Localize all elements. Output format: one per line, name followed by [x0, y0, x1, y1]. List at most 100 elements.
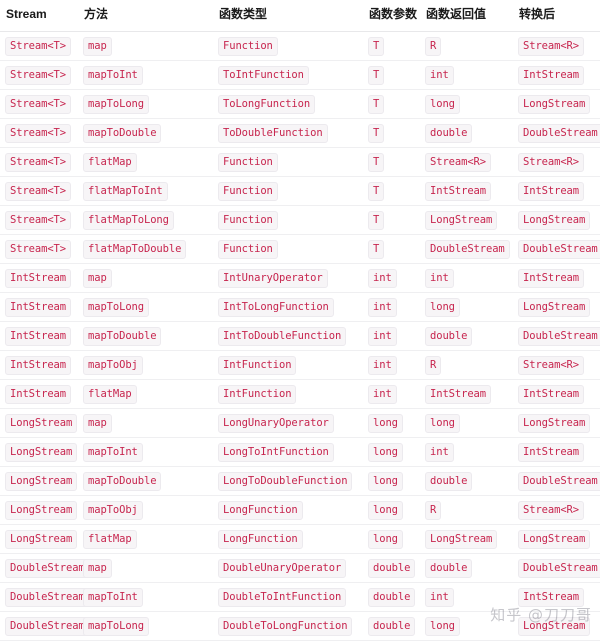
table-cell-result: DoubleStream: [513, 321, 600, 351]
code-chip-fn_return: LongStream: [425, 211, 498, 230]
code-chip-method: mapToInt: [83, 66, 143, 85]
code-chip-fn_return: double: [425, 472, 473, 491]
table-cell-fn_return: LongStream: [420, 524, 513, 554]
table-cell-fn_return: int: [420, 60, 513, 90]
code-chip-fn_param: long: [368, 472, 403, 491]
table-cell-fn_return: int: [420, 437, 513, 467]
code-chip-fn_param: T: [368, 153, 385, 172]
code-chip-method: mapToLong: [83, 95, 149, 114]
code-chip-method: map: [83, 414, 112, 433]
code-chip-fn_type: IntToDoubleFunction: [218, 327, 347, 346]
code-chip-result: IntStream: [518, 66, 584, 85]
code-chip-result: LongStream: [518, 414, 591, 433]
table-cell-fn_param: double: [363, 582, 420, 612]
code-chip-fn_return: IntStream: [425, 385, 491, 404]
code-chip-fn_type: LongUnaryOperator: [218, 414, 334, 433]
table-cell-fn_return: double: [420, 466, 513, 496]
table-cell-fn_type: DoubleToLongFunction: [213, 611, 363, 641]
code-chip-fn_param: double: [368, 588, 416, 607]
code-chip-fn_param: long: [368, 414, 403, 433]
code-chip-fn_type: IntToLongFunction: [218, 298, 334, 317]
code-chip-fn_param: T: [368, 211, 385, 230]
table-cell-fn_param: long: [363, 524, 420, 554]
code-chip-method: map: [83, 269, 112, 288]
code-chip-result: DoubleStream: [518, 124, 600, 143]
table-cell-result: LongStream: [513, 611, 600, 641]
code-chip-result: IntStream: [518, 588, 584, 607]
table-cell-stream: Stream<T>: [0, 118, 78, 148]
code-chip-fn_param: int: [368, 298, 397, 317]
table-cell-method: flatMapToInt: [78, 176, 213, 206]
column-header-stream: Stream: [0, 0, 78, 32]
code-chip-fn_param: T: [368, 124, 385, 143]
code-chip-fn_type: Function: [218, 211, 278, 230]
table-cell-fn_param: long: [363, 495, 420, 525]
table-cell-stream: DoubleStream: [0, 553, 90, 583]
table-row: LongStream flatMap LongFunction long LongStr…: [0, 524, 600, 554]
table-cell-result: IntStream: [513, 176, 600, 206]
code-chip-stream: DoubleStream: [5, 617, 90, 636]
table-cell-method: map: [78, 553, 213, 583]
table-cell-fn_type: Function: [213, 205, 363, 235]
table-cell-stream: DoubleStream: [0, 582, 90, 612]
code-chip-fn_return: double: [425, 327, 473, 346]
code-chip-fn_type: IntFunction: [218, 385, 297, 404]
code-chip-stream: LongStream: [5, 443, 78, 462]
table-cell-result: LongStream: [513, 524, 600, 554]
table-cell-fn_return: IntStream: [420, 176, 513, 206]
table-cell-fn_param: double: [363, 611, 420, 641]
code-chip-stream: Stream<T>: [5, 182, 71, 201]
table-cell-result: Stream<R>: [513, 350, 600, 380]
code-chip-fn_param: T: [368, 66, 385, 85]
code-chip-stream: LongStream: [5, 414, 78, 433]
table-cell-fn_param: long: [363, 437, 420, 467]
code-chip-result: DoubleStream: [518, 327, 600, 346]
code-chip-result: Stream<R>: [518, 153, 584, 172]
code-chip-fn_return: IntStream: [425, 182, 491, 201]
code-chip-fn_return: int: [425, 269, 454, 288]
table-header-row: Stream 方法 函数类型 函数参数 函数返回值 转换后: [0, 0, 600, 32]
table-cell-fn_return: double: [420, 321, 513, 351]
table-cell-fn_return: LongStream: [420, 205, 513, 235]
table-cell-fn_param: T: [363, 176, 420, 206]
code-chip-stream: Stream<T>: [5, 211, 71, 230]
table-cell-stream: IntStream: [0, 292, 78, 322]
code-chip-stream: IntStream: [5, 327, 71, 346]
table-cell-fn_return: R: [420, 640, 513, 644]
code-chip-fn_param: int: [368, 269, 397, 288]
code-chip-fn_return: int: [425, 588, 454, 607]
code-chip-result: IntStream: [518, 269, 584, 288]
table-row: Stream<T> flatMapToInt Function T IntStream I…: [0, 176, 600, 206]
code-chip-fn_type: DoubleToIntFunction: [218, 588, 347, 607]
code-chip-stream: IntStream: [5, 385, 71, 404]
code-chip-fn_type: Function: [218, 37, 278, 56]
table-cell-fn_param: int: [363, 292, 420, 322]
table-cell-fn_param: long: [363, 408, 420, 438]
code-chip-result: DoubleStream: [518, 240, 600, 259]
code-chip-result: DoubleStream: [518, 472, 600, 491]
code-chip-fn_type: DoubleUnaryOperator: [218, 559, 347, 578]
code-chip-stream: Stream<T>: [5, 37, 71, 56]
code-chip-method: map: [83, 37, 112, 56]
table-cell-method: mapToLong: [78, 89, 213, 119]
table-row: Stream<T> flatMap Function T Stream<R> Stream…: [0, 147, 600, 177]
stream-mapping-table-container: Stream 方法 函数类型 函数参数 函数返回值 转换后 Stream<T> m…: [0, 0, 600, 644]
table-cell-result: Stream<R>: [513, 147, 600, 177]
code-chip-method: map: [83, 559, 112, 578]
table-cell-result: Stream<R>: [513, 495, 600, 525]
code-chip-fn_type: LongToIntFunction: [218, 443, 334, 462]
code-chip-stream: LongStream: [5, 472, 78, 491]
table-row: IntStream mapToLong IntToLongFunction int lo…: [0, 292, 600, 322]
table-cell-result: Stream<R>: [513, 640, 600, 644]
table-cell-result: IntStream: [513, 582, 600, 612]
code-chip-method: mapToObj: [83, 501, 143, 520]
table-cell-stream: LongStream: [0, 495, 78, 525]
code-chip-fn_return: Stream<R>: [425, 153, 491, 172]
code-chip-method: mapToInt: [83, 588, 143, 607]
code-chip-method: flatMap: [83, 153, 137, 172]
code-chip-fn_type: Function: [218, 182, 278, 201]
code-chip-stream: DoubleStream: [5, 559, 90, 578]
table-cell-result: DoubleStream: [513, 234, 600, 264]
table-row: DoubleStream mapToInt DoubleToIntFunction d…: [0, 582, 600, 612]
code-chip-fn_param: T: [368, 37, 385, 56]
